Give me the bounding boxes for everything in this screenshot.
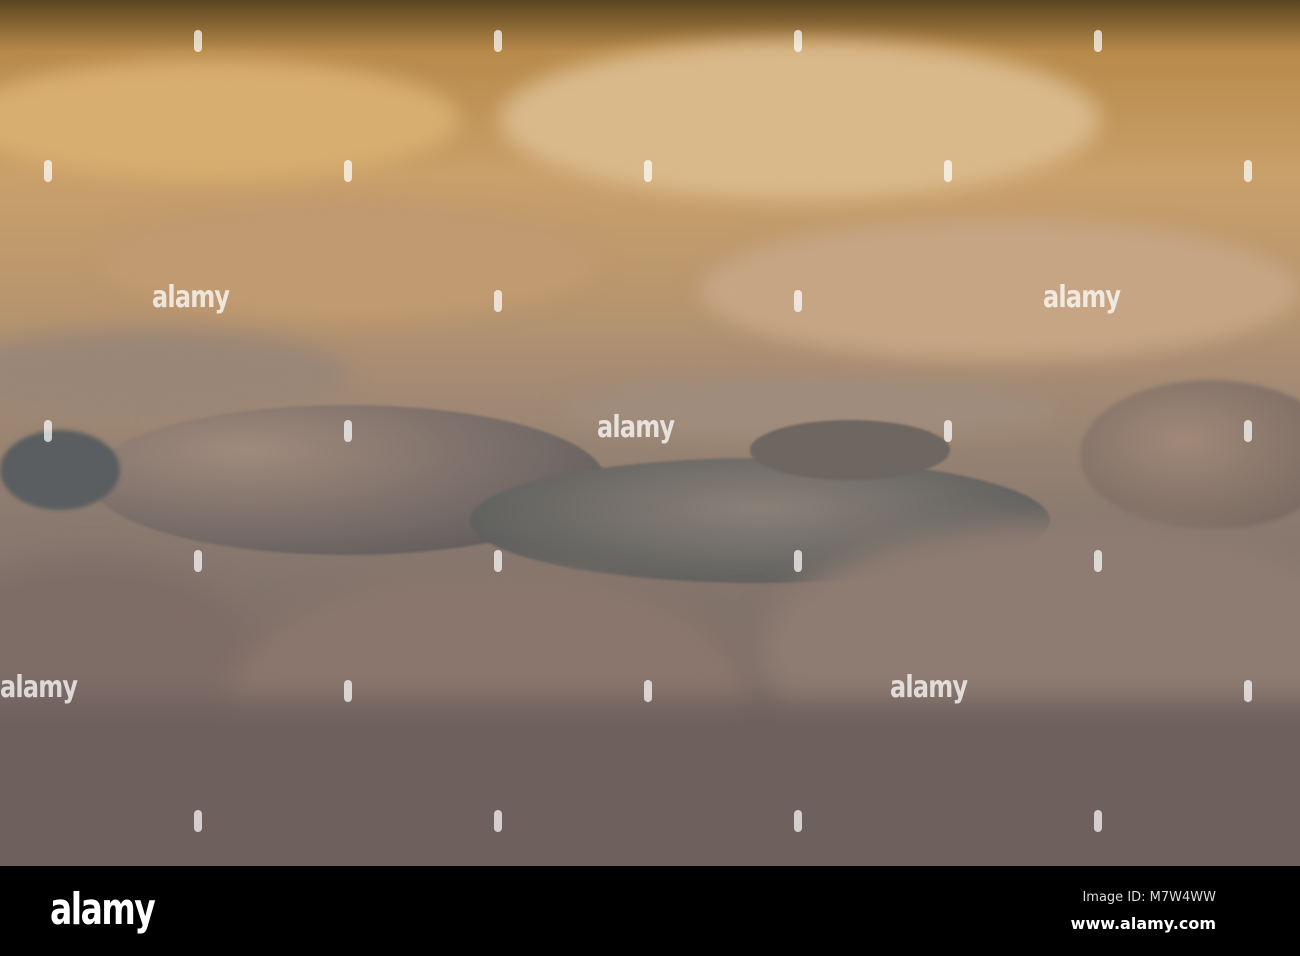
watermark-mark <box>944 420 952 442</box>
watermark-mark <box>494 810 502 832</box>
watermark-logo: alamy <box>890 670 968 705</box>
watermark-mark <box>794 550 802 572</box>
watermark-mark <box>794 810 802 832</box>
watermark-mark <box>644 680 652 702</box>
watermark-mark <box>944 160 952 182</box>
watermark-mark <box>194 30 202 52</box>
watermark-mark <box>494 30 502 52</box>
watermark-mark <box>1094 30 1102 52</box>
watermark-logo: alamy <box>152 280 230 315</box>
watermark-mark <box>1094 810 1102 832</box>
watermark-mark <box>194 810 202 832</box>
watermark-logo: alamy <box>1043 280 1121 315</box>
cobblestone-photo: alamy alamy alamy alamy alamy <box>0 0 1300 866</box>
watermark-mark <box>494 290 502 312</box>
watermark-mark <box>44 160 52 182</box>
watermark-logo: alamy <box>597 410 675 445</box>
watermark-mark <box>494 550 502 572</box>
watermark-mark <box>1244 680 1252 702</box>
watermark-mark <box>1094 550 1102 572</box>
footer-bar: alamy Image ID: M7W4WW www.alamy.com <box>0 866 1300 956</box>
image-id: Image ID: M7W4WW <box>1082 890 1216 905</box>
watermark-logo: alamy <box>0 670 78 705</box>
watermark-mark <box>794 290 802 312</box>
watermark-mark <box>1244 420 1252 442</box>
watermark-mark <box>44 420 52 442</box>
watermark-mark <box>794 30 802 52</box>
watermark-mark <box>194 550 202 572</box>
watermark-mark <box>344 680 352 702</box>
watermark-mark <box>344 420 352 442</box>
watermark-mark <box>1244 160 1252 182</box>
alamy-logo: alamy <box>50 884 156 935</box>
watermark-mark <box>644 160 652 182</box>
website-link[interactable]: www.alamy.com <box>1071 914 1216 933</box>
watermark-mark <box>344 160 352 182</box>
